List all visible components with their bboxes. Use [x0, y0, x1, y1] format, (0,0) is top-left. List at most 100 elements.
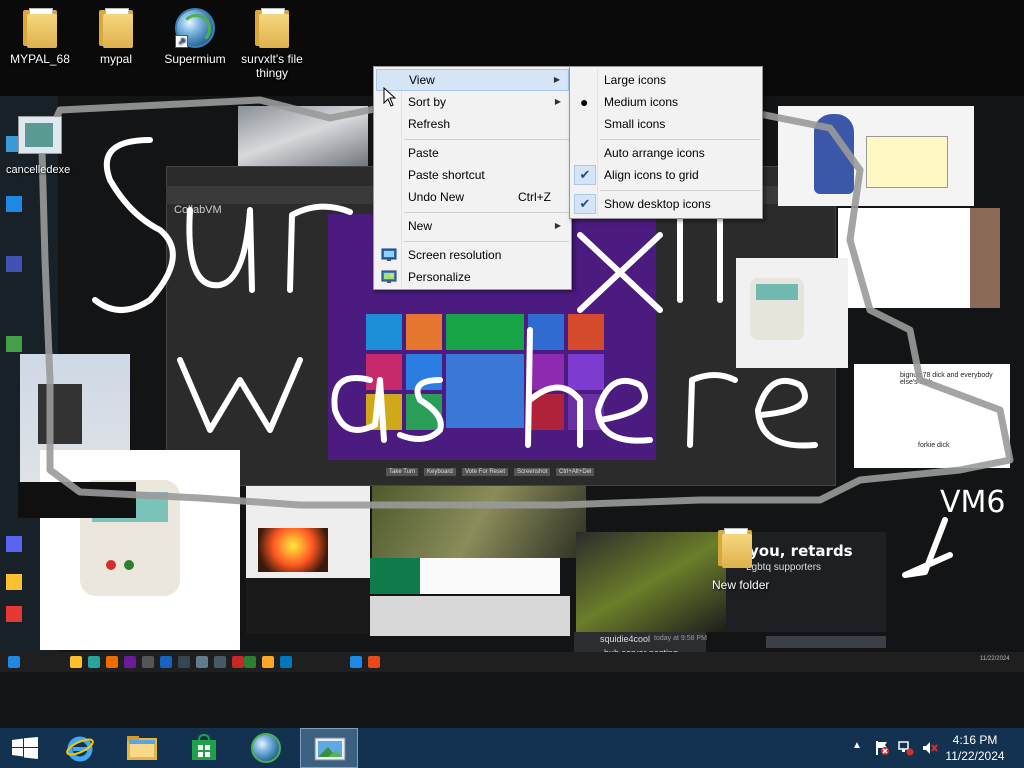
checkmark-icon: ✔ — [574, 194, 596, 214]
inner-toolbar-strip — [766, 636, 886, 648]
toolbar-item: Ctrl+Alt+Del — [556, 468, 595, 476]
volume-muted-icon[interactable] — [922, 740, 938, 756]
parrot-image — [370, 558, 420, 594]
system-tray: ▲ — [846, 728, 946, 768]
submenu-arrow-icon: ▶ — [554, 97, 561, 106]
internet-explorer-icon — [66, 736, 94, 762]
dirt-game-image — [576, 532, 726, 632]
folder-icon — [99, 8, 133, 48]
robot-image — [736, 258, 848, 368]
photo-strip — [970, 208, 1000, 308]
stick-drawing: bignuts78 dick and everybody else's dick… — [854, 364, 1010, 468]
action-center-flag-icon[interactable] — [874, 740, 890, 756]
menu-item-small-icons[interactable]: Small icons — [572, 113, 760, 135]
start-button[interactable] — [0, 728, 50, 768]
network-icon[interactable] — [898, 740, 914, 756]
toolbar-item: Keyboard — [424, 468, 456, 476]
taskbar-file-explorer[interactable] — [112, 728, 172, 768]
menu-item-align-to-grid[interactable]: ✔ Align icons to grid — [572, 164, 760, 186]
menu-item-screen-resolution[interactable]: Screen resolution — [376, 244, 569, 266]
desktop-icon-label: Supermium — [164, 52, 226, 66]
menu-item-label: Paste — [408, 146, 439, 160]
toolbar-item: Screenshot — [514, 468, 551, 476]
inner-icon — [6, 574, 22, 590]
show-hidden-icons-icon[interactable]: ▲ — [852, 740, 862, 751]
desktop-icon-survxlt-files[interactable]: survxlt's file thingy — [234, 2, 310, 80]
radio-bullet-icon: ● — [580, 94, 589, 110]
robot-big-image — [40, 450, 240, 650]
chat-time: today at 9:58 PM — [654, 635, 707, 642]
personalize-icon — [381, 270, 397, 283]
menu-item-show-desktop-icons[interactable]: ✔ Show desktop icons — [572, 193, 760, 215]
taskbar-supermium[interactable] — [236, 728, 296, 768]
menu-separator — [404, 139, 569, 140]
toolbar-item: Take Turn — [386, 468, 419, 476]
desktop-icon-mypal-68[interactable]: MYPAL_68 — [2, 2, 78, 66]
collab-toolbar: Take Turn Keyboard Vote For Reset Screen… — [386, 468, 600, 480]
inner-icon — [6, 196, 22, 212]
taskbar-photo-viewer[interactable] — [300, 728, 358, 768]
cancelled-exe-icon — [18, 116, 62, 154]
explosion-image — [258, 528, 328, 572]
menu-item-paste-shortcut[interactable]: Paste shortcut — [376, 164, 569, 186]
cancelled-exe-label: cancelledexe — [6, 164, 71, 176]
menu-item-label: Personalize — [408, 270, 471, 284]
menu-item-label: Sort by — [408, 95, 447, 109]
new-folder-icon[interactable] — [718, 528, 752, 572]
menu-item-undo-new[interactable]: Undo New Ctrl+Z — [376, 186, 569, 208]
taskbar-clock[interactable]: 4:16 PM 11/22/2024 — [940, 732, 1010, 764]
taskbar-internet-explorer[interactable] — [50, 728, 110, 768]
banner-sub: Lgbtq supporters — [746, 562, 822, 573]
folder-icon — [255, 8, 289, 48]
collab-title: CollabVM — [174, 204, 222, 216]
car-thumb — [420, 558, 560, 594]
menu-item-view[interactable]: View ▶ — [376, 69, 569, 91]
taskbar: ▲ 4:16 PM 11/22/2024 — [0, 728, 1024, 768]
menu-item-label: Large icons — [604, 73, 667, 87]
game-status — [18, 482, 136, 518]
inner-icon — [6, 536, 22, 552]
new-folder-label[interactable]: New folder — [712, 578, 769, 592]
menu-item-refresh[interactable]: Refresh — [376, 113, 569, 135]
desktop-icon-label: survxlt's file thingy — [241, 52, 303, 80]
desktop-icon-label: mypal — [99, 52, 132, 66]
menu-item-personalize[interactable]: Personalize — [376, 266, 569, 288]
menu-item-label: Auto arrange icons — [604, 146, 705, 160]
file-explorer-icon — [127, 736, 157, 760]
menu-item-label: Screen resolution — [408, 248, 502, 262]
windows-logo-icon — [12, 737, 38, 759]
sketch-image — [838, 208, 970, 308]
inner-taskbar: 11/22/2024 — [0, 652, 1024, 672]
menu-item-label: Medium icons — [604, 95, 679, 109]
menu-item-label: Align icons to grid — [604, 168, 699, 182]
menu-item-label: Undo New — [408, 190, 465, 204]
desktop-icon-supermium[interactable]: ↗ Supermium — [157, 2, 233, 66]
sketch-caption: bignuts78 dick and everybody else's dick — [900, 372, 993, 386]
inner-icon — [6, 606, 22, 622]
menu-item-label: Show desktop icons — [604, 197, 711, 211]
cartoon-image — [778, 106, 974, 206]
store-icon — [192, 734, 216, 760]
clock-date: 11/22/2024 — [945, 749, 1005, 763]
menu-item-sort-by[interactable]: Sort by ▶ — [376, 91, 569, 113]
menu-item-large-icons[interactable]: Large icons — [572, 69, 760, 91]
menu-item-label: New — [408, 219, 433, 233]
monitor-icon — [381, 248, 397, 261]
menu-separator — [404, 241, 569, 242]
submenu-arrow-icon: ▶ — [554, 221, 561, 230]
menu-item-new[interactable]: New ▶ — [376, 215, 569, 237]
photo-viewer-icon — [314, 737, 346, 761]
menu-separator — [600, 139, 760, 140]
car-photo-2 — [370, 596, 570, 636]
clock-time: 4:16 PM — [952, 733, 998, 747]
toolbar-item: Vote For Reset — [462, 468, 509, 476]
taskbar-store[interactable] — [174, 728, 234, 768]
checkmark-icon: ✔ — [574, 165, 596, 185]
supermium-icon — [251, 733, 281, 763]
menu-item-medium-icons[interactable]: ● Medium icons — [572, 91, 760, 113]
menu-item-auto-arrange[interactable]: Auto arrange icons — [572, 142, 760, 164]
view-submenu: Large icons ● Medium icons Small icons A… — [569, 66, 763, 219]
menu-item-paste[interactable]: Paste — [376, 142, 569, 164]
desktop-icon-mypal[interactable]: mypal — [78, 2, 154, 66]
inner-icon — [6, 336, 22, 352]
